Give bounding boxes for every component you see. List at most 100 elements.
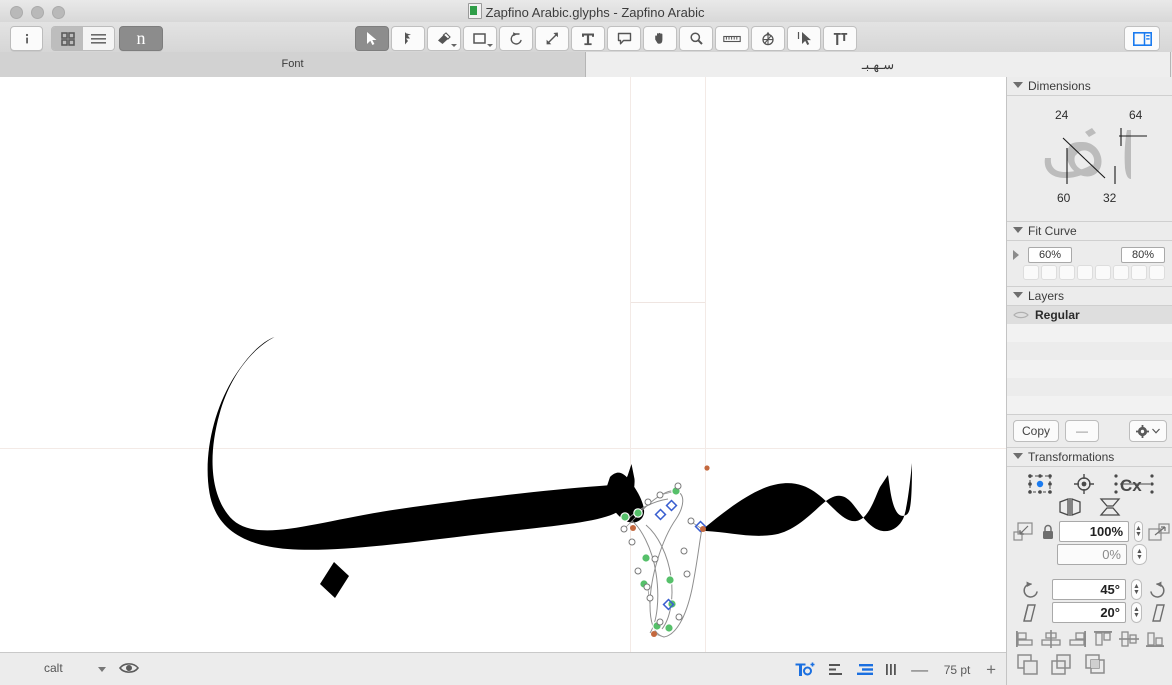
dimension-value-bottom-right[interactable]: 32: [1103, 191, 1116, 205]
tab-edit-arabic[interactable]: سـهـبـ: [586, 52, 1171, 77]
flip-horizontal-icon[interactable]: [1059, 498, 1081, 516]
section-header-transformations[interactable]: Transformations: [1007, 447, 1172, 467]
disclosure-triangle-icon[interactable]: [1013, 453, 1023, 459]
layer-list[interactable]: Regular: [1007, 306, 1172, 415]
magnifier-icon[interactable]: [679, 26, 713, 51]
diagonal-arrows-icon[interactable]: [535, 26, 569, 51]
align-left-icon[interactable]: [1015, 630, 1035, 648]
align-middle-vertical-icon[interactable]: [1119, 630, 1139, 648]
columns-icon[interactable]: [885, 663, 899, 676]
list-view-button[interactable]: [83, 27, 114, 50]
intersect-paths-icon[interactable]: [1085, 654, 1109, 676]
fit-curve-cell[interactable]: [1113, 265, 1129, 280]
align-center-horizontal-icon[interactable]: [1041, 630, 1061, 648]
union-paths-icon[interactable]: [1017, 654, 1041, 676]
font-view-label: n: [137, 28, 146, 49]
info-button[interactable]: [10, 26, 43, 51]
layer-toolbar: Copy —: [1007, 415, 1172, 447]
scale-y-field[interactable]: [1057, 544, 1127, 565]
layer-row-regular[interactable]: Regular: [1007, 306, 1172, 324]
layer-options-button[interactable]: [1129, 420, 1167, 442]
section-header-fit-curve[interactable]: Fit Curve: [1007, 221, 1172, 241]
zoom-in-button[interactable]: +: [986, 661, 996, 678]
glyph-outline-artwork: [0, 77, 1006, 652]
tt-icon[interactable]: [823, 26, 857, 51]
fit-curve-preset-cells[interactable]: [1007, 265, 1172, 286]
align-right-icon[interactable]: [1067, 630, 1087, 648]
text-cursor-icon[interactable]: [795, 662, 817, 678]
fit-curve-cell[interactable]: [1059, 265, 1075, 280]
eraser-icon[interactable]: [427, 26, 461, 51]
dimension-value-top-right[interactable]: 64: [1129, 108, 1142, 122]
copy-layer-button[interactable]: Copy: [1013, 420, 1059, 442]
play-triangle-icon[interactable]: [1013, 250, 1019, 260]
speech-bubble-icon[interactable]: [607, 26, 641, 51]
view-mode-segmented[interactable]: [51, 26, 115, 51]
small-cursor-icon[interactable]: [787, 26, 821, 51]
fit-curve-cell[interactable]: [1131, 265, 1147, 280]
scale-x-stepper[interactable]: ▲▼: [1134, 521, 1143, 542]
feature-select-value[interactable]: calt: [44, 661, 63, 675]
dimension-value-top-left[interactable]: 24: [1055, 108, 1068, 122]
slant-left-icon[interactable]: [1021, 603, 1041, 623]
section-header-layers[interactable]: Layers: [1007, 286, 1172, 306]
scale-up-icon[interactable]: [1148, 522, 1170, 542]
section-header-dimensions[interactable]: Dimensions: [1007, 77, 1172, 96]
fit-curve-cell[interactable]: [1041, 265, 1057, 280]
grid-view-button[interactable]: [52, 27, 83, 50]
rotate-ccw-icon[interactable]: [1021, 580, 1041, 600]
dimensions-title: Dimensions: [1028, 79, 1091, 93]
text-align-left-icon[interactable]: [829, 663, 845, 676]
align-top-icon[interactable]: [1093, 630, 1113, 648]
scale-x-field[interactable]: [1059, 521, 1129, 542]
layer-name: Regular: [1035, 306, 1080, 324]
remove-layer-button[interactable]: —: [1065, 420, 1099, 442]
primitives-menu-caret[interactable]: [487, 44, 493, 47]
fit-curve-right-value[interactable]: 80%: [1121, 247, 1165, 263]
align-bottom-icon[interactable]: [1145, 630, 1165, 648]
transform-origin-cx-icon[interactable]: Cx: [1114, 472, 1154, 496]
select-tool[interactable]: [355, 26, 389, 51]
toolbar: n: [0, 22, 1172, 53]
font-view-button[interactable]: n: [119, 26, 163, 51]
fit-curve-cell[interactable]: [1095, 265, 1111, 280]
flip-vertical-icon[interactable]: [1099, 498, 1121, 516]
text-t-icon[interactable]: [571, 26, 605, 51]
disclosure-triangle-icon[interactable]: [1013, 82, 1023, 88]
subtract-paths-icon[interactable]: [1051, 654, 1075, 676]
disclosure-triangle-icon[interactable]: [1013, 292, 1023, 298]
rotate-angle-field[interactable]: [1052, 579, 1126, 600]
scale-y-stepper[interactable]: ▲▼: [1132, 544, 1147, 565]
lock-icon[interactable]: [1042, 524, 1054, 540]
fit-curve-left-value[interactable]: 60%: [1028, 247, 1072, 263]
chevron-down-icon[interactable]: [98, 667, 106, 672]
zoom-out-button[interactable]: —: [911, 661, 928, 678]
transform-origin-crosshair-icon[interactable]: [1071, 472, 1097, 496]
rotate-cw-icon[interactable]: [1147, 580, 1167, 600]
rectangle-icon[interactable]: [463, 26, 497, 51]
inspector-toggle[interactable]: [1124, 26, 1160, 51]
fit-curve-cell[interactable]: [1023, 265, 1039, 280]
target-crosshair-icon[interactable]: [751, 26, 785, 51]
slant-stepper[interactable]: ▲▼: [1131, 602, 1142, 623]
preview-eye-icon[interactable]: [119, 661, 139, 675]
fit-curve-cell[interactable]: [1077, 265, 1093, 280]
eraser-menu-caret[interactable]: [451, 44, 457, 47]
tab-font[interactable]: Font: [0, 52, 586, 77]
slant-right-icon[interactable]: [1147, 603, 1167, 623]
fit-curve-cell[interactable]: [1149, 265, 1165, 280]
rotate-ccw-icon[interactable]: [499, 26, 533, 51]
ruler-icon[interactable]: [715, 26, 749, 51]
dimensions-diagram: [1007, 96, 1172, 221]
eye-icon[interactable]: [1013, 310, 1029, 320]
text-align-right-icon[interactable]: [857, 663, 873, 676]
disclosure-triangle-icon[interactable]: [1013, 227, 1023, 233]
rotate-stepper[interactable]: ▲▼: [1131, 579, 1142, 600]
slant-angle-field[interactable]: [1052, 602, 1126, 623]
transform-origin-box-icon[interactable]: [1026, 472, 1054, 496]
pen-icon[interactable]: [391, 26, 425, 51]
hand-icon[interactable]: [643, 26, 677, 51]
glyph-edit-canvas[interactable]: heh-ar.medi.heh Kerning Group Kerning Gr…: [0, 77, 1006, 652]
dimension-value-bottom-left[interactable]: 60: [1057, 191, 1070, 205]
scale-down-icon[interactable]: [1013, 522, 1035, 542]
